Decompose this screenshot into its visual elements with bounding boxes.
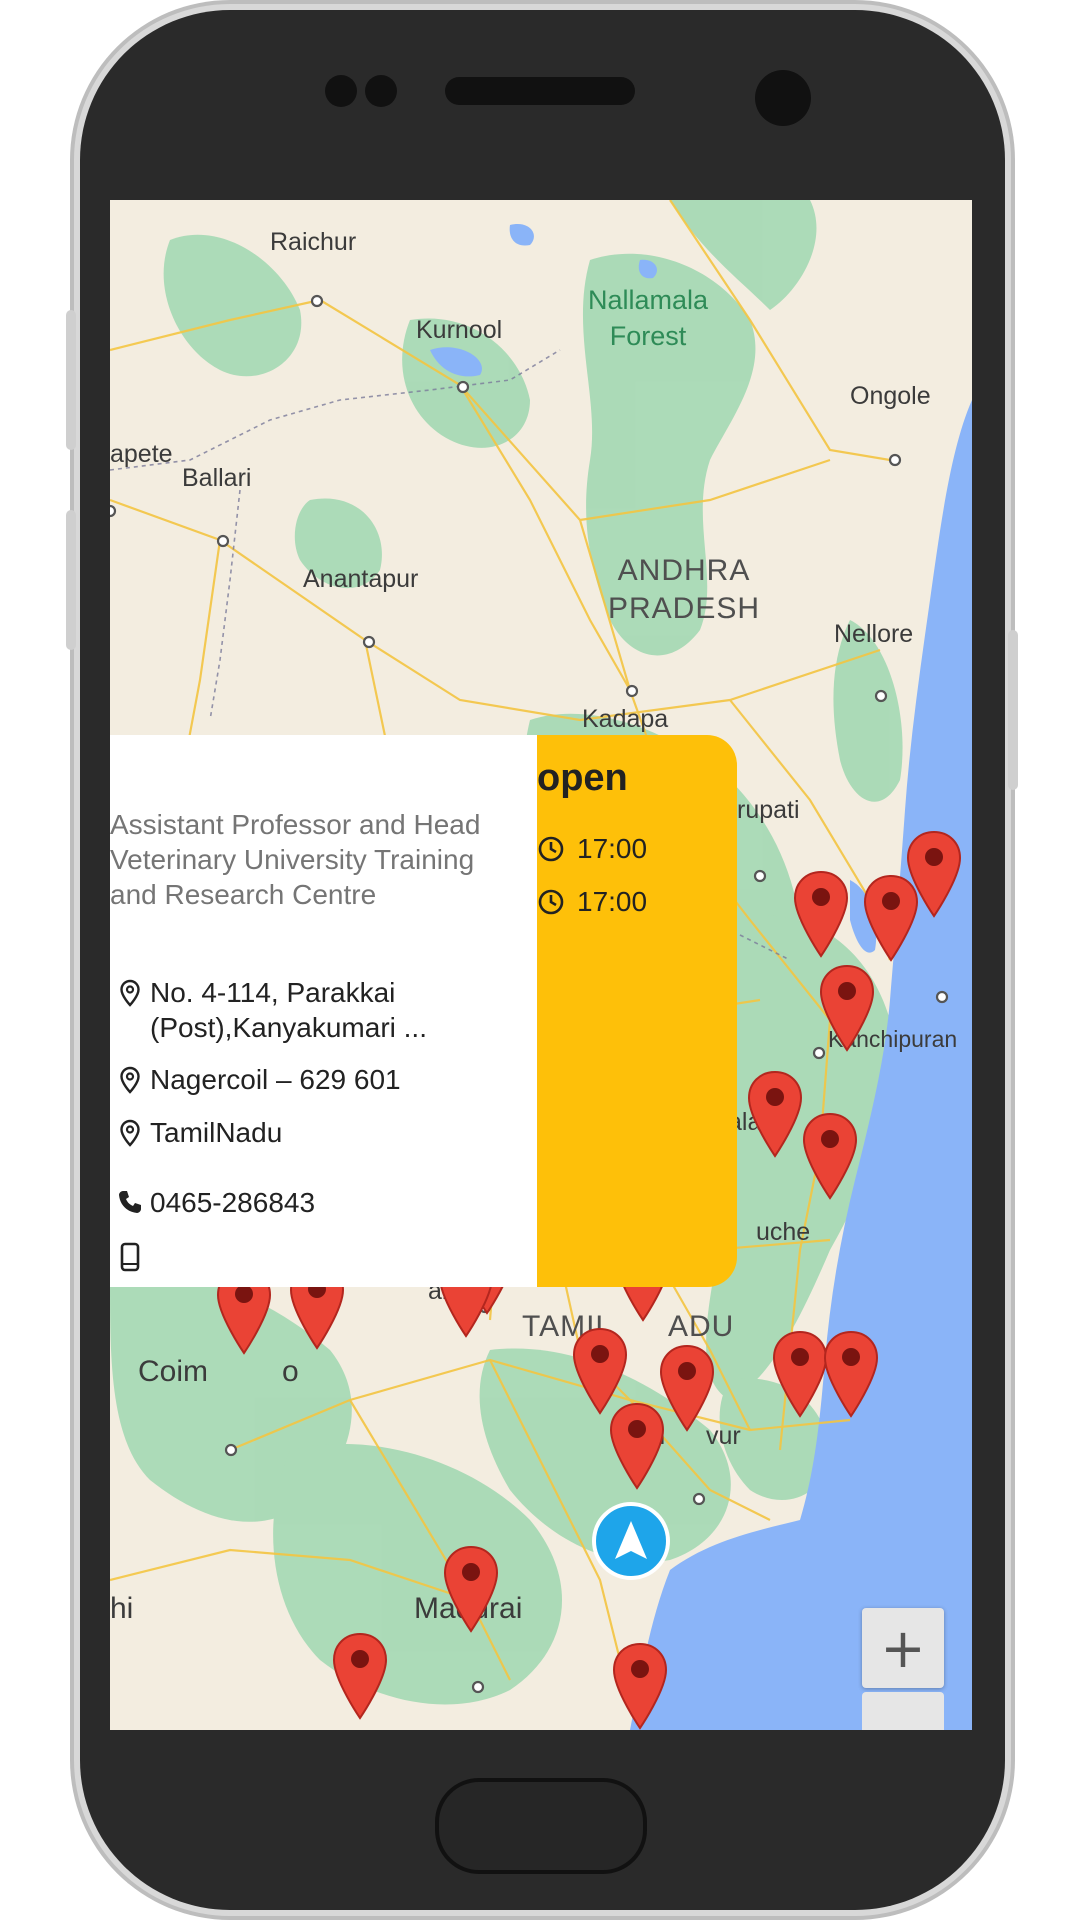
- map-pin-icon[interactable]: [823, 1330, 879, 1418]
- city-label: o: [282, 1355, 299, 1388]
- phone-row[interactable]: 0465-286843: [110, 1185, 530, 1220]
- clock-icon: [538, 836, 564, 862]
- city-label: Ballari: [182, 464, 252, 492]
- address-row: No. 4-114, Parakkai (Post),Kanyakumari .…: [110, 975, 530, 1045]
- city-label: hi: [110, 1592, 134, 1625]
- city-label: rupati: [737, 796, 800, 824]
- city-row: Nagercoil – 629 601: [110, 1062, 530, 1097]
- mobile-phone-icon: [120, 1242, 140, 1272]
- my-location-button[interactable]: [592, 1502, 670, 1580]
- map-pin-icon[interactable]: [612, 1642, 668, 1730]
- mobile-row[interactable]: [110, 1238, 530, 1272]
- map-pin-icon[interactable]: [793, 870, 849, 958]
- phone-number[interactable]: 0465-286843: [150, 1185, 315, 1220]
- zoom-in-button[interactable]: +: [862, 1608, 944, 1688]
- phone-icon: [119, 1191, 141, 1213]
- city-label: Ongole: [850, 382, 931, 410]
- city-pincode-text: Nagercoil – 629 601: [150, 1064, 401, 1095]
- state-label: ADU: [668, 1310, 735, 1343]
- map-pin-icon[interactable]: [332, 1632, 388, 1720]
- city-label: Raichur: [270, 228, 357, 256]
- forest-label: Nallamala Forest: [588, 285, 709, 351]
- clock-icon: [538, 889, 564, 915]
- city-label: Kurnool: [416, 316, 503, 344]
- light-sensor: [365, 75, 397, 107]
- hours-row: 17:00: [537, 886, 647, 918]
- city-label: Anantapur: [303, 565, 419, 593]
- map-pin-icon[interactable]: [609, 1402, 665, 1490]
- state-label: ANDHRA PRADESH: [608, 554, 761, 625]
- designation-text: Assistant Professor and Head Veterinary …: [110, 809, 481, 910]
- map-screen[interactable]: Raichur Kurnool Ongole apete Ballari Ana…: [110, 200, 972, 1730]
- map-pin-icon[interactable]: [802, 1112, 858, 1200]
- map-pin-icon[interactable]: [772, 1330, 828, 1418]
- city-label: Kadapa: [582, 705, 669, 733]
- open-status-title: open: [537, 757, 628, 799]
- map-pin-icon[interactable]: [443, 1545, 499, 1633]
- location-pin-icon: [120, 1066, 140, 1094]
- state-text: TamilNadu: [150, 1117, 283, 1148]
- hours-time: 17:00: [577, 833, 648, 864]
- earpiece-speaker: [445, 77, 635, 105]
- map-pin-icon[interactable]: [863, 874, 919, 962]
- power-button: [1008, 630, 1018, 790]
- city-label: Nellore: [834, 620, 914, 648]
- navigation-arrow-icon: [615, 1521, 647, 1559]
- city-label: uche: [756, 1218, 811, 1246]
- map-pin-icon[interactable]: [747, 1070, 803, 1158]
- place-info-card[interactable]: open 17:00 17:00 Assistant Professor and…: [110, 735, 737, 1287]
- hours-time: 17:00: [577, 886, 648, 917]
- hours-row: 17:00: [537, 833, 647, 865]
- map-pin-icon[interactable]: [819, 964, 875, 1052]
- location-pin-icon: [120, 979, 140, 1007]
- city-label: Coim: [138, 1355, 209, 1388]
- proximity-sensor: [325, 75, 357, 107]
- state-row: TamilNadu: [110, 1115, 530, 1150]
- location-pin-icon: [120, 1119, 140, 1147]
- map-pin-icon[interactable]: [659, 1344, 715, 1432]
- volume-up-button: [66, 310, 76, 450]
- zoom-out-button[interactable]: [862, 1692, 944, 1730]
- home-button[interactable]: [435, 1778, 647, 1874]
- city-label: apete: [110, 440, 173, 468]
- address-text: No. 4-114, Parakkai (Post),Kanyakumari .…: [150, 977, 427, 1043]
- front-camera: [755, 70, 811, 126]
- volume-down-button: [66, 510, 76, 650]
